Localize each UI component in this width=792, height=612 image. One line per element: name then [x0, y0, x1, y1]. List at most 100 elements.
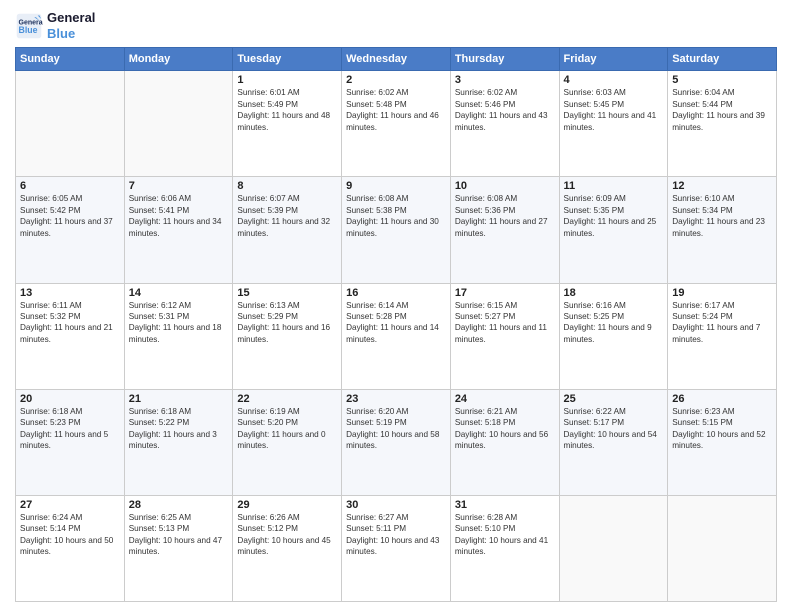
calendar-week-row: 6Sunrise: 6:05 AM Sunset: 5:42 PM Daylig…: [16, 177, 777, 283]
calendar-cell: [124, 71, 233, 177]
day-info: Sunrise: 6:22 AM Sunset: 5:17 PM Dayligh…: [564, 406, 664, 452]
calendar-cell: 11Sunrise: 6:09 AM Sunset: 5:35 PM Dayli…: [559, 177, 668, 283]
day-number: 12: [672, 180, 772, 192]
day-info: Sunrise: 6:14 AM Sunset: 5:28 PM Dayligh…: [346, 300, 446, 346]
day-number: 24: [455, 393, 555, 405]
day-info: Sunrise: 6:03 AM Sunset: 5:45 PM Dayligh…: [564, 87, 664, 133]
day-info: Sunrise: 6:24 AM Sunset: 5:14 PM Dayligh…: [20, 512, 120, 558]
day-number: 28: [129, 499, 229, 511]
weekday-header-row: SundayMondayTuesdayWednesdayThursdayFrid…: [16, 48, 777, 71]
day-info: Sunrise: 6:06 AM Sunset: 5:41 PM Dayligh…: [129, 193, 229, 239]
calendar-cell: 9Sunrise: 6:08 AM Sunset: 5:38 PM Daylig…: [342, 177, 451, 283]
header: General Blue General Blue: [15, 10, 777, 41]
day-info: Sunrise: 6:13 AM Sunset: 5:29 PM Dayligh…: [237, 300, 337, 346]
day-info: Sunrise: 6:26 AM Sunset: 5:12 PM Dayligh…: [237, 512, 337, 558]
day-info: Sunrise: 6:15 AM Sunset: 5:27 PM Dayligh…: [455, 300, 555, 346]
day-info: Sunrise: 6:20 AM Sunset: 5:19 PM Dayligh…: [346, 406, 446, 452]
calendar-cell: [668, 495, 777, 601]
calendar-cell: 5Sunrise: 6:04 AM Sunset: 5:44 PM Daylig…: [668, 71, 777, 177]
day-number: 25: [564, 393, 664, 405]
day-number: 21: [129, 393, 229, 405]
day-number: 27: [20, 499, 120, 511]
day-info: Sunrise: 6:02 AM Sunset: 5:48 PM Dayligh…: [346, 87, 446, 133]
day-info: Sunrise: 6:12 AM Sunset: 5:31 PM Dayligh…: [129, 300, 229, 346]
calendar-cell: 10Sunrise: 6:08 AM Sunset: 5:36 PM Dayli…: [450, 177, 559, 283]
day-number: 13: [20, 287, 120, 299]
day-number: 5: [672, 74, 772, 86]
calendar-cell: 25Sunrise: 6:22 AM Sunset: 5:17 PM Dayli…: [559, 389, 668, 495]
day-info: Sunrise: 6:28 AM Sunset: 5:10 PM Dayligh…: [455, 512, 555, 558]
day-info: Sunrise: 6:07 AM Sunset: 5:39 PM Dayligh…: [237, 193, 337, 239]
calendar-cell: 30Sunrise: 6:27 AM Sunset: 5:11 PM Dayli…: [342, 495, 451, 601]
day-info: Sunrise: 6:18 AM Sunset: 5:22 PM Dayligh…: [129, 406, 229, 452]
day-number: 2: [346, 74, 446, 86]
day-number: 22: [237, 393, 337, 405]
calendar-cell: 17Sunrise: 6:15 AM Sunset: 5:27 PM Dayli…: [450, 283, 559, 389]
day-info: Sunrise: 6:01 AM Sunset: 5:49 PM Dayligh…: [237, 87, 337, 133]
day-info: Sunrise: 6:23 AM Sunset: 5:15 PM Dayligh…: [672, 406, 772, 452]
day-number: 16: [346, 287, 446, 299]
weekday-header-monday: Monday: [124, 48, 233, 71]
calendar-cell: [16, 71, 125, 177]
day-info: Sunrise: 6:21 AM Sunset: 5:18 PM Dayligh…: [455, 406, 555, 452]
calendar-cell: 18Sunrise: 6:16 AM Sunset: 5:25 PM Dayli…: [559, 283, 668, 389]
day-info: Sunrise: 6:27 AM Sunset: 5:11 PM Dayligh…: [346, 512, 446, 558]
calendar-cell: 1Sunrise: 6:01 AM Sunset: 5:49 PM Daylig…: [233, 71, 342, 177]
calendar-cell: 16Sunrise: 6:14 AM Sunset: 5:28 PM Dayli…: [342, 283, 451, 389]
logo-text: General Blue: [47, 10, 95, 41]
day-number: 23: [346, 393, 446, 405]
logo-icon: General Blue: [15, 12, 43, 40]
day-info: Sunrise: 6:08 AM Sunset: 5:38 PM Dayligh…: [346, 193, 446, 239]
calendar-table: SundayMondayTuesdayWednesdayThursdayFrid…: [15, 47, 777, 602]
day-number: 20: [20, 393, 120, 405]
calendar-cell: 8Sunrise: 6:07 AM Sunset: 5:39 PM Daylig…: [233, 177, 342, 283]
svg-text:Blue: Blue: [19, 25, 38, 35]
calendar-cell: 24Sunrise: 6:21 AM Sunset: 5:18 PM Dayli…: [450, 389, 559, 495]
weekday-header-wednesday: Wednesday: [342, 48, 451, 71]
day-number: 31: [455, 499, 555, 511]
day-info: Sunrise: 6:19 AM Sunset: 5:20 PM Dayligh…: [237, 406, 337, 452]
day-number: 30: [346, 499, 446, 511]
day-info: Sunrise: 6:17 AM Sunset: 5:24 PM Dayligh…: [672, 300, 772, 346]
calendar-cell: 14Sunrise: 6:12 AM Sunset: 5:31 PM Dayli…: [124, 283, 233, 389]
day-info: Sunrise: 6:09 AM Sunset: 5:35 PM Dayligh…: [564, 193, 664, 239]
calendar-cell: 21Sunrise: 6:18 AM Sunset: 5:22 PM Dayli…: [124, 389, 233, 495]
day-number: 3: [455, 74, 555, 86]
calendar-cell: 31Sunrise: 6:28 AM Sunset: 5:10 PM Dayli…: [450, 495, 559, 601]
calendar-cell: [559, 495, 668, 601]
calendar-cell: 7Sunrise: 6:06 AM Sunset: 5:41 PM Daylig…: [124, 177, 233, 283]
calendar-week-row: 1Sunrise: 6:01 AM Sunset: 5:49 PM Daylig…: [16, 71, 777, 177]
calendar-cell: 26Sunrise: 6:23 AM Sunset: 5:15 PM Dayli…: [668, 389, 777, 495]
day-info: Sunrise: 6:02 AM Sunset: 5:46 PM Dayligh…: [455, 87, 555, 133]
day-number: 11: [564, 180, 664, 192]
calendar-cell: 27Sunrise: 6:24 AM Sunset: 5:14 PM Dayli…: [16, 495, 125, 601]
calendar-week-row: 27Sunrise: 6:24 AM Sunset: 5:14 PM Dayli…: [16, 495, 777, 601]
calendar-cell: 12Sunrise: 6:10 AM Sunset: 5:34 PM Dayli…: [668, 177, 777, 283]
day-number: 17: [455, 287, 555, 299]
day-number: 1: [237, 74, 337, 86]
day-info: Sunrise: 6:10 AM Sunset: 5:34 PM Dayligh…: [672, 193, 772, 239]
day-number: 29: [237, 499, 337, 511]
day-number: 10: [455, 180, 555, 192]
calendar-week-row: 20Sunrise: 6:18 AM Sunset: 5:23 PM Dayli…: [16, 389, 777, 495]
day-number: 14: [129, 287, 229, 299]
day-info: Sunrise: 6:05 AM Sunset: 5:42 PM Dayligh…: [20, 193, 120, 239]
calendar-cell: 23Sunrise: 6:20 AM Sunset: 5:19 PM Dayli…: [342, 389, 451, 495]
day-number: 8: [237, 180, 337, 192]
weekday-header-saturday: Saturday: [668, 48, 777, 71]
day-number: 6: [20, 180, 120, 192]
calendar-cell: 19Sunrise: 6:17 AM Sunset: 5:24 PM Dayli…: [668, 283, 777, 389]
day-info: Sunrise: 6:16 AM Sunset: 5:25 PM Dayligh…: [564, 300, 664, 346]
calendar-cell: 29Sunrise: 6:26 AM Sunset: 5:12 PM Dayli…: [233, 495, 342, 601]
day-number: 18: [564, 287, 664, 299]
day-number: 9: [346, 180, 446, 192]
calendar-cell: 2Sunrise: 6:02 AM Sunset: 5:48 PM Daylig…: [342, 71, 451, 177]
day-info: Sunrise: 6:11 AM Sunset: 5:32 PM Dayligh…: [20, 300, 120, 346]
weekday-header-sunday: Sunday: [16, 48, 125, 71]
day-info: Sunrise: 6:25 AM Sunset: 5:13 PM Dayligh…: [129, 512, 229, 558]
weekday-header-tuesday: Tuesday: [233, 48, 342, 71]
calendar-cell: 6Sunrise: 6:05 AM Sunset: 5:42 PM Daylig…: [16, 177, 125, 283]
page: General Blue General Blue SundayMondayTu…: [0, 0, 792, 612]
calendar-cell: 13Sunrise: 6:11 AM Sunset: 5:32 PM Dayli…: [16, 283, 125, 389]
day-number: 7: [129, 180, 229, 192]
